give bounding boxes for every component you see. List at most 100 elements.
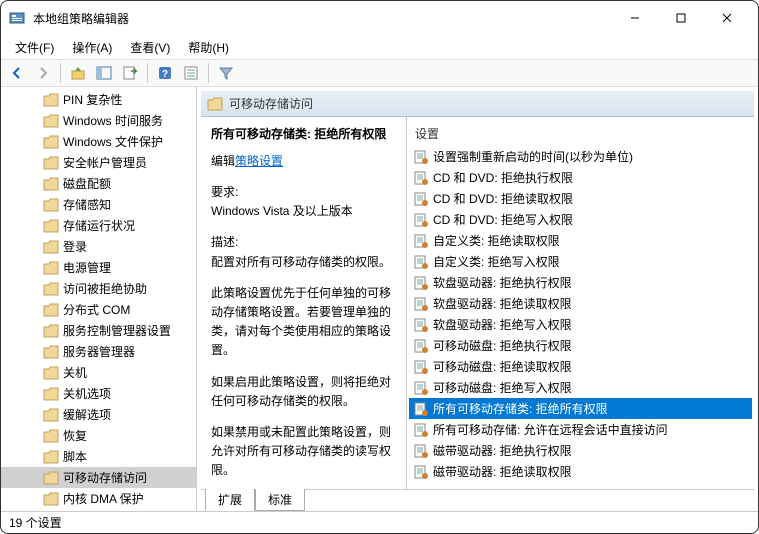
- svg-text:?: ?: [162, 69, 168, 80]
- folder-icon: [43, 282, 59, 296]
- list-item-label: 所有可移动存储类: 拒绝所有权限: [433, 400, 608, 417]
- list-column-header[interactable]: 设置: [409, 121, 752, 146]
- list-item[interactable]: CD 和 DVD: 拒绝执行权限: [409, 167, 752, 188]
- settings-list-pane[interactable]: 设置 设置强制重新启动的时间(以秒为单位)CD 和 DVD: 拒绝执行权限CD …: [407, 117, 754, 489]
- list-item-label: 软盘驱动器: 拒绝读取权限: [433, 295, 572, 312]
- tree-item[interactable]: 访问被拒绝协助: [1, 278, 196, 299]
- list-item[interactable]: 软盘驱动器: 拒绝执行权限: [409, 272, 752, 293]
- tree-item[interactable]: PIN 复杂性: [1, 89, 196, 110]
- tree-item[interactable]: 关机: [1, 362, 196, 383]
- list-item[interactable]: 可移动磁盘: 拒绝写入权限: [409, 377, 752, 398]
- list-item-label: 可移动磁盘: 拒绝写入权限: [433, 379, 572, 396]
- window-title: 本地组策略编辑器: [33, 10, 612, 27]
- tree-item[interactable]: 存储感知: [1, 194, 196, 215]
- maximize-button[interactable]: [658, 3, 704, 33]
- description-text: 配置对所有可移动存储类的权限。: [211, 253, 396, 272]
- list-item[interactable]: 软盘驱动器: 拒绝读取权限: [409, 293, 752, 314]
- folder-icon: [43, 450, 59, 464]
- tree-item-label: 内核 DMA 保护: [63, 490, 144, 507]
- toolbar: ?: [1, 59, 758, 87]
- status-text: 19 个设置: [9, 514, 62, 531]
- up-button[interactable]: [66, 61, 90, 85]
- tree-item[interactable]: 电源管理: [1, 257, 196, 278]
- toolbar-separator: [208, 63, 209, 83]
- list-item[interactable]: 软盘驱动器: 拒绝写入权限: [409, 314, 752, 335]
- policy-setting-icon: [413, 401, 429, 417]
- tree-item-label: 访问被拒绝协助: [63, 280, 147, 297]
- tree-item[interactable]: 内核 DMA 保护: [1, 488, 196, 509]
- tree-item[interactable]: 安全帐户管理员: [1, 152, 196, 173]
- policy-setting-icon: [413, 191, 429, 207]
- tree-item[interactable]: 脚本: [1, 446, 196, 467]
- folder-icon: [43, 324, 59, 338]
- menu-action[interactable]: 操作(A): [64, 37, 120, 58]
- show-hide-tree-button[interactable]: [92, 61, 116, 85]
- list-item[interactable]: 所有可移动存储类: 拒绝所有权限: [409, 398, 752, 419]
- list-item[interactable]: CD 和 DVD: 拒绝读取权限: [409, 188, 752, 209]
- policy-setting-icon: [413, 149, 429, 165]
- tree-item[interactable]: 磁盘配额: [1, 173, 196, 194]
- description-para1: 此策略设置优先于任何单独的可移动存储策略设置。若要管理单独的类，请对每个类使用相…: [211, 284, 396, 361]
- tree-item[interactable]: 登录: [1, 236, 196, 257]
- list-item[interactable]: 所有可移动存储: 允许在远程会话中直接访问: [409, 419, 752, 440]
- list-item[interactable]: 可移动磁盘: 拒绝读取权限: [409, 356, 752, 377]
- tree-item[interactable]: 服务控制管理器设置: [1, 320, 196, 341]
- list-item[interactable]: 设置强制重新启动的时间(以秒为单位): [409, 146, 752, 167]
- list-item-label: 可移动磁盘: 拒绝读取权限: [433, 358, 572, 375]
- list-item[interactable]: 可移动磁盘: 拒绝执行权限: [409, 335, 752, 356]
- folder-icon: [43, 240, 59, 254]
- tree-item-label: 电源管理: [63, 259, 111, 276]
- tree-item-label: 关机: [63, 364, 87, 381]
- properties-button[interactable]: [179, 61, 203, 85]
- tab-standard[interactable]: 标准: [255, 489, 305, 511]
- tree-item[interactable]: 存储运行状况: [1, 215, 196, 236]
- back-button[interactable]: [5, 61, 29, 85]
- tree-item[interactable]: 关机选项: [1, 383, 196, 404]
- menu-file[interactable]: 文件(F): [7, 37, 62, 58]
- list-item-label: 可移动磁盘: 拒绝执行权限: [433, 337, 572, 354]
- folder-icon: [43, 345, 59, 359]
- menubar: 文件(F) 操作(A) 查看(V) 帮助(H): [1, 35, 758, 59]
- list-item[interactable]: 磁带驱动器: 拒绝读取权限: [409, 461, 752, 482]
- tree-item-label: 服务器管理器: [63, 343, 135, 360]
- close-button[interactable]: [704, 3, 750, 33]
- list-item[interactable]: 磁带驱动器: 拒绝执行权限: [409, 440, 752, 461]
- menu-help[interactable]: 帮助(H): [180, 37, 237, 58]
- description-label: 描述:: [211, 233, 396, 252]
- tree-item[interactable]: 缓解选项: [1, 404, 196, 425]
- tree-item-label: PIN 复杂性: [63, 91, 122, 108]
- tree-item[interactable]: Windows 时间服务: [1, 110, 196, 131]
- folder-icon: [43, 93, 59, 107]
- folder-icon: [43, 492, 59, 506]
- help-button[interactable]: ?: [153, 61, 177, 85]
- filter-button[interactable]: [214, 61, 238, 85]
- tree-item-label: 存储感知: [63, 196, 111, 213]
- tab-extended[interactable]: 扩展: [205, 489, 255, 511]
- window-controls: [612, 3, 750, 33]
- view-tabs: 扩展 标准: [201, 489, 754, 511]
- tree-item[interactable]: 分布式 COM: [1, 299, 196, 320]
- minimize-button[interactable]: [612, 3, 658, 33]
- tree-item-label: 存储运行状况: [63, 217, 135, 234]
- folder-icon: [43, 156, 59, 170]
- tree-item[interactable]: 可移动存储访问: [1, 467, 196, 488]
- edit-policy-link[interactable]: 策略设置: [235, 154, 283, 168]
- tree-item[interactable]: Windows 文件保护: [1, 131, 196, 152]
- tree-pane[interactable]: PIN 复杂性 Windows 时间服务Windows 文件保护安全帐户管理员磁盘…: [1, 87, 197, 511]
- requirements-section: 要求: Windows Vista 及以上版本: [211, 183, 396, 221]
- list-item-label: 软盘驱动器: 拒绝写入权限: [433, 316, 572, 333]
- tree-item-label: 可移动存储访问: [63, 469, 147, 486]
- list-item[interactable]: 自定义类: 拒绝读取权限: [409, 230, 752, 251]
- app-window: 本地组策略编辑器 文件(F) 操作(A) 查看(V) 帮助(H) ? PIN 复…: [0, 0, 759, 534]
- list-item[interactable]: CD 和 DVD: 拒绝写入权限: [409, 209, 752, 230]
- export-list-button[interactable]: [118, 61, 142, 85]
- tree-item[interactable]: 恢复: [1, 425, 196, 446]
- list-item[interactable]: 自定义类: 拒绝写入权限: [409, 251, 752, 272]
- policy-setting-icon: [413, 170, 429, 186]
- forward-button[interactable]: [31, 61, 55, 85]
- statusbar: 19 个设置: [1, 511, 758, 533]
- list-item-label: 所有可移动存储: 允许在远程会话中直接访问: [433, 421, 668, 438]
- menu-view[interactable]: 查看(V): [122, 37, 178, 58]
- policy-setting-icon: [413, 359, 429, 375]
- tree-item[interactable]: 服务器管理器: [1, 341, 196, 362]
